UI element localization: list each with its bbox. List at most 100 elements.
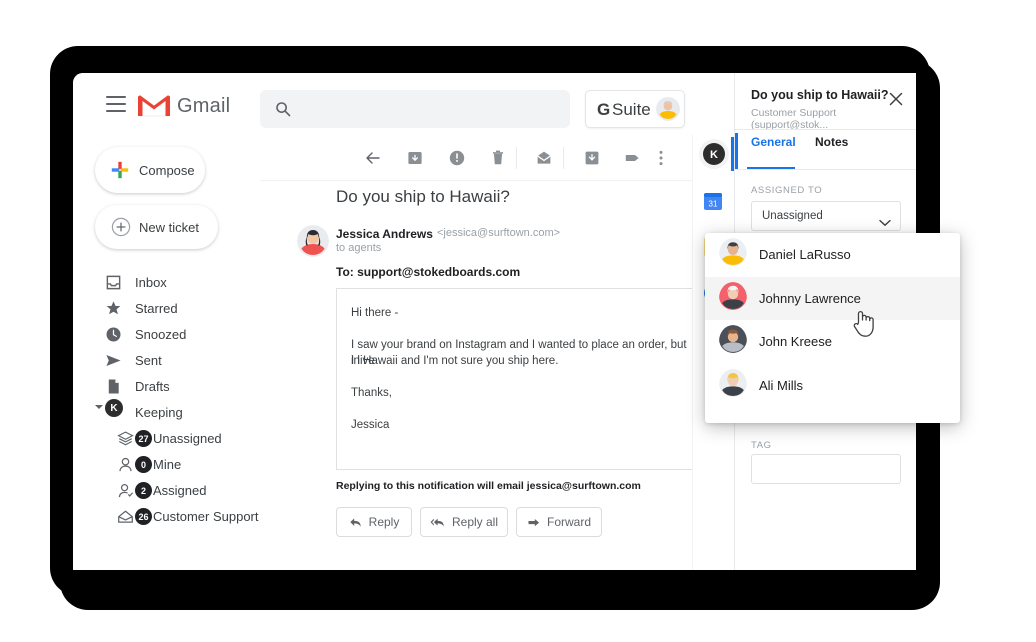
toolbar-divider [516, 147, 517, 169]
tag-input[interactable] [751, 454, 901, 484]
panel-subtitle: Customer Support (support@stok... [751, 107, 837, 131]
assigned-to-value: Unassigned [762, 210, 823, 222]
dropdown-option-ali-mills[interactable]: Ali Mills [705, 364, 960, 408]
unread-count-badge: 26 [135, 508, 152, 525]
forward-icon [528, 518, 540, 526]
dropdown-option-label: John Kreese [759, 334, 832, 350]
gmail-wordmark: Gmail [177, 95, 231, 117]
sidebar-item-drafts[interactable]: Drafts [73, 373, 260, 399]
sidebar-item-assigned[interactable]: 2 Assigned [73, 477, 260, 503]
message-body: Hi there - I saw your brand on Instagram… [336, 288, 702, 470]
assigned-to-label: ASSIGNED TO [751, 185, 823, 196]
left-sidebar: Compose New ticket Inbox Starred Snoozed… [73, 135, 260, 570]
panel-header-divider [735, 129, 916, 130]
toolbar-divider [563, 147, 564, 169]
gmail-logo-icon [137, 93, 171, 119]
dropdown-option-daniel-larusso[interactable]: Daniel LaRusso [705, 233, 960, 277]
forward-button[interactable]: Forward [516, 507, 602, 537]
inbox-icon [105, 274, 122, 291]
sender-avatar [297, 225, 329, 257]
tab-notes[interactable]: Notes [815, 135, 848, 167]
panel-tab-accent [735, 133, 738, 169]
reply-button[interactable]: Reply [336, 507, 412, 537]
delete-icon[interactable] [489, 149, 507, 167]
assignee-dropdown-menu: Daniel LaRusso Johnny Lawrence John Kree… [705, 233, 960, 423]
avatar-daniel [719, 238, 747, 271]
more-options-icon[interactable] [659, 149, 663, 167]
hamburger-menu-icon[interactable] [106, 96, 126, 112]
sidebar-item-label: Unassigned [153, 430, 222, 446]
reply-notification-note: Replying to this notification will email… [336, 480, 641, 492]
new-ticket-button[interactable]: New ticket [95, 205, 218, 249]
person-check-icon [117, 482, 134, 499]
reply-all-icon [430, 518, 444, 527]
sidebar-item-starred[interactable]: Starred [73, 295, 260, 321]
unread-count-badge: 2 [135, 482, 152, 499]
sidebar-item-label: Starred [135, 300, 178, 316]
panel-tabs-divider [735, 169, 916, 170]
sender-recipients-summary: to agents [336, 242, 382, 254]
close-icon[interactable] [887, 90, 905, 108]
sidebar-item-customer-support[interactable]: 26 Customer Support [73, 503, 260, 529]
sidebar-item-unassigned[interactable]: 27 Unassigned [73, 425, 260, 451]
report-spam-icon[interactable] [448, 149, 466, 167]
chevron-expand-icon[interactable] [95, 405, 103, 409]
sidebar-item-label: Keeping [135, 404, 183, 420]
body-line: Hi there - [351, 307, 399, 319]
tag-label: TAG [751, 440, 772, 451]
reply-all-label: Reply all [451, 515, 499, 529]
message-subject: Do you ship to Hawaii? [336, 187, 510, 206]
unread-count-badge: 27 [135, 430, 152, 447]
reply-all-button[interactable]: Reply all [420, 507, 508, 537]
dropdown-option-john-kreese[interactable]: John Kreese [705, 320, 960, 364]
sidebar-item-snoozed[interactable]: Snoozed [73, 321, 260, 347]
document-icon [105, 378, 122, 395]
dropdown-option-label: Ali Mills [759, 377, 804, 393]
recipient-line: To: support@stokedboards.com [336, 265, 521, 279]
reply-icon [349, 517, 361, 527]
tab-general[interactable]: General [751, 135, 796, 167]
assigned-to-select[interactable]: Unassigned [751, 201, 901, 231]
dropdown-option-johnny-lawrence[interactable]: Johnny Lawrence [705, 276, 960, 320]
compose-button[interactable]: Compose [95, 147, 205, 193]
svg-text:K: K [710, 149, 718, 161]
search-icon [275, 101, 291, 117]
sender-email: <jessica@surftown.com> [437, 227, 561, 239]
new-ticket-label: New ticket [139, 219, 199, 235]
sidebar-item-label: Customer Support [153, 508, 259, 524]
move-to-inbox-icon[interactable] [583, 149, 601, 167]
star-icon [105, 300, 122, 317]
archive-icon[interactable] [406, 149, 424, 167]
back-arrow-icon[interactable] [364, 149, 382, 167]
envelope-icon [117, 508, 134, 525]
keeping-app-icon[interactable]: K [703, 143, 725, 165]
sidebar-item-inbox[interactable]: Inbox [73, 269, 260, 295]
plus-circle-icon [111, 217, 131, 237]
person-icon [117, 456, 134, 473]
avatar-ali [719, 368, 747, 402]
multicolor-plus-icon [111, 161, 129, 179]
sidebar-item-keeping[interactable]: K Keeping [73, 399, 260, 425]
mark-unread-icon[interactable] [535, 149, 553, 167]
layers-icon [117, 430, 134, 447]
user-avatar[interactable] [656, 97, 680, 121]
unread-count-badge: 0 [135, 456, 152, 473]
avatar-johnny [719, 281, 747, 315]
reply-label: Reply [368, 515, 400, 529]
label-icon[interactable] [624, 149, 642, 167]
send-icon [105, 352, 122, 369]
sidebar-item-sent[interactable]: Sent [73, 347, 260, 373]
sidebar-item-mine[interactable]: 0 Mine [73, 451, 260, 477]
message-toolbar [260, 135, 692, 181]
avatar-john [719, 325, 747, 358]
sidebar-item-label: Snoozed [135, 326, 187, 342]
body-line: in Hawaii and I'm not sure you ship here… [351, 355, 559, 367]
clock-icon [105, 326, 122, 343]
forward-label: Forward [546, 515, 591, 529]
svg-text:31: 31 [709, 200, 718, 209]
panel-title: Do you ship to Hawaii? [751, 88, 889, 102]
search-input[interactable] [260, 90, 570, 128]
sidebar-item-label: Drafts [135, 378, 170, 394]
google-calendar-icon[interactable]: 31 [703, 191, 725, 213]
dropdown-option-label: Daniel LaRusso [759, 247, 851, 263]
